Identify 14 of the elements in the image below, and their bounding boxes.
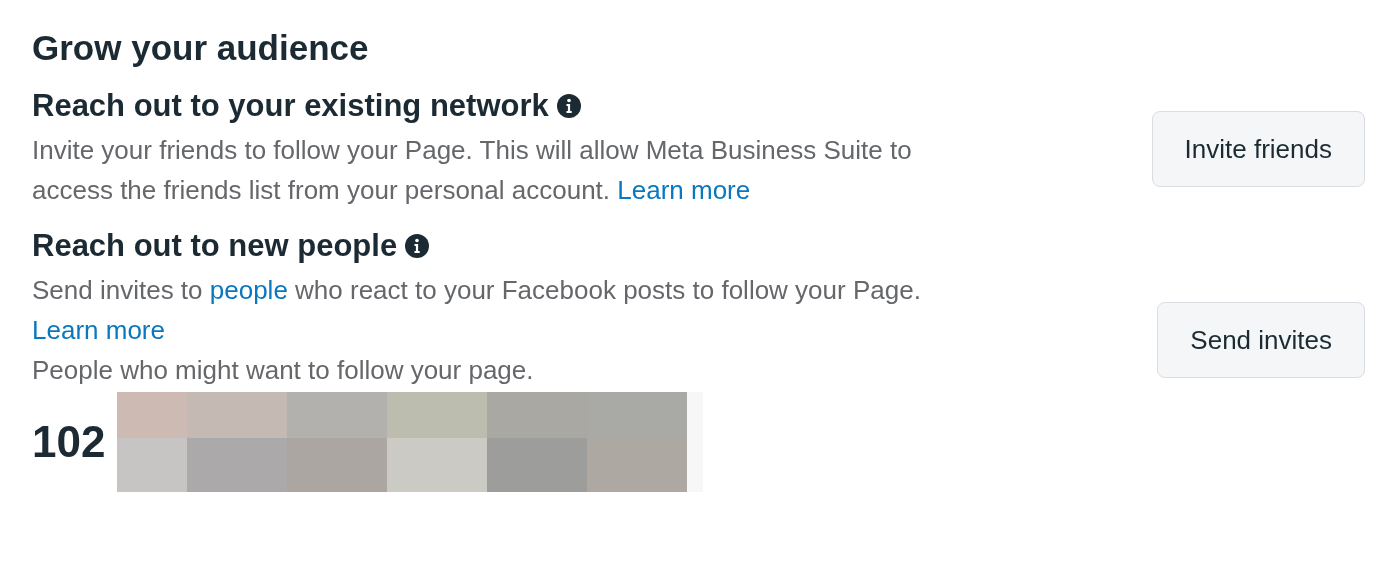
link[interactable]: Learn more: [617, 175, 751, 205]
link[interactable]: people: [209, 275, 288, 305]
action-button[interactable]: Send invites: [1157, 302, 1365, 378]
section-heading: Reach out to your existing network: [32, 88, 549, 124]
section-title: Grow your audience: [32, 28, 369, 68]
count-text: 102: [32, 417, 106, 467]
action-button[interactable]: Invite friends: [1151, 111, 1365, 187]
info-icon: [405, 234, 430, 258]
description-text: Send invites to people who react to your Facebook posts to follow your Page.: [32, 274, 922, 307]
link[interactable]: Learn more: [32, 315, 165, 345]
description-text: Invite your friends to follow your Page. This will allow Meta Business Suite to access the friends list from your personal account. Learn more: [32, 134, 913, 207]
description-text: People who might want to follow your page.: [32, 354, 535, 387]
info-icon: [556, 94, 581, 118]
section-heading: Reach out to new people: [32, 228, 398, 264]
